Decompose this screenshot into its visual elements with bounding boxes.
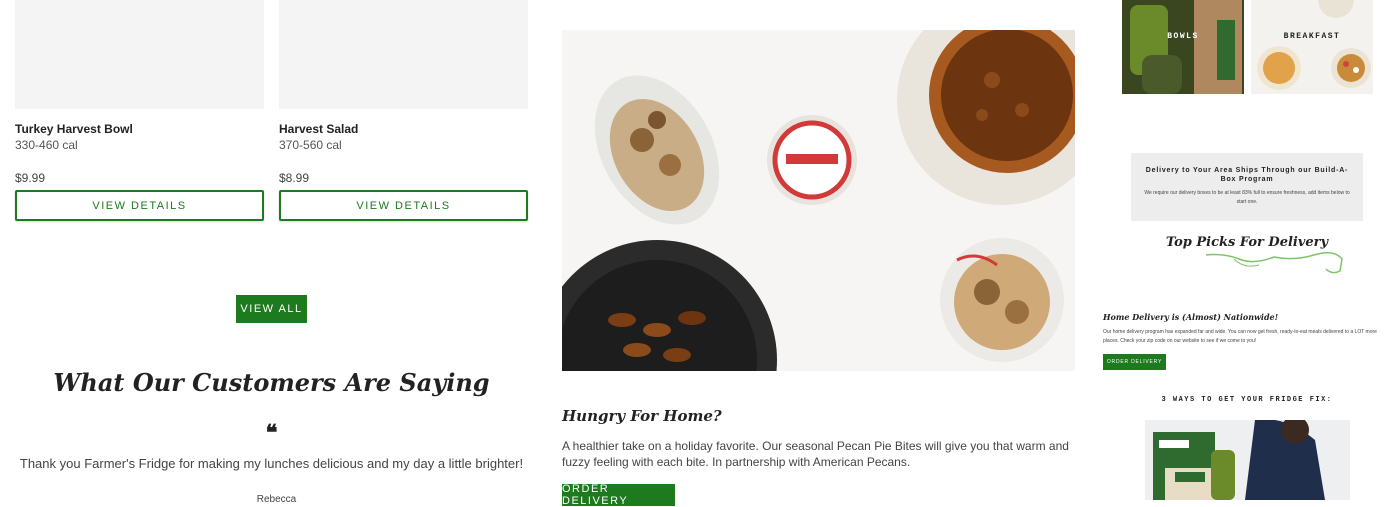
product-calories: 370-560 cal (279, 138, 342, 152)
product-price: $8.99 (279, 171, 310, 185)
top-picks-title: Top Picks For Delivery (1165, 235, 1329, 250)
ways-title: 3 WAYS TO GET YOUR FRIDGE FIX: (1161, 396, 1333, 404)
quote-icon: ❝ (265, 420, 278, 446)
product-calories: 330-460 cal (15, 138, 78, 152)
product-price: $9.99 (15, 171, 46, 185)
fridge-fix-image (1145, 420, 1350, 500)
delivery-info-box: Delivery to Your Area Ships Through our … (1131, 153, 1363, 221)
home-delivery-text: Our home delivery program has expanded f… (1103, 329, 1377, 344)
delivery-box-text: We require our delivery boxes to be at l… (1144, 190, 1350, 205)
category-breakfast-tile[interactable] (1251, 0, 1373, 94)
category-bowls-tile[interactable] (1122, 0, 1244, 94)
product-name[interactable]: Turkey Harvest Bowl (15, 122, 133, 136)
view-details-button[interactable]: VIEW DETAILS (15, 190, 264, 221)
order-delivery-button[interactable]: ORDER DELIVERY (562, 483, 675, 507)
breakfast-photo-illustration (1251, 0, 1373, 94)
category-label: BREAKFAST (1283, 32, 1341, 41)
view-all-button[interactable]: VIEW ALL (236, 295, 307, 323)
home-order-delivery-button[interactable]: ORDER DELIVERY (1103, 354, 1166, 370)
category-label: BOWLS (1167, 32, 1199, 41)
map-outline-icon (1204, 251, 1346, 279)
promo-title: Hungry For Home? (562, 407, 722, 425)
fridge-box-photo-illustration (1145, 420, 1350, 500)
product-image-harvest-salad[interactable] (279, 0, 528, 109)
home-delivery-title: Home Delivery is (Almost) Nationwide! (1103, 312, 1279, 322)
product-image-turkey-harvest-bowl[interactable] (15, 0, 264, 109)
pecan-pie-bites-image (562, 30, 1075, 371)
view-details-button[interactable]: VIEW DETAILS (279, 190, 528, 221)
promo-description: A healthier take on a holiday favorite. … (562, 439, 1069, 469)
bowls-photo-illustration (1122, 0, 1244, 94)
pecan-pie-photo-illustration (562, 30, 1075, 371)
product-name[interactable]: Harvest Salad (279, 122, 358, 136)
testimonials-title: What Our Customers Are Saying (53, 368, 490, 397)
delivery-box-title: Delivery to Your Area Ships Through our … (1145, 167, 1349, 183)
testimonial-quote: Thank you Farmer's Fridge for making my … (19, 456, 524, 471)
